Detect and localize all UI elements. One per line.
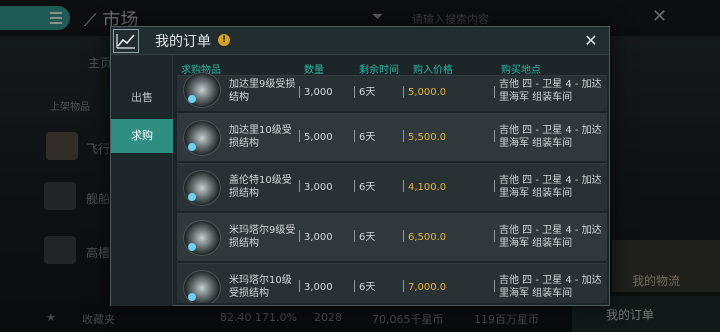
table-row[interactable]: 盖伦特10级受损结构 3,000 6天 4,100.0 吉他 四 - 卫星 4 … <box>177 163 607 211</box>
modal-header: 我的订单 ! ✕ <box>111 27 609 55</box>
table-row[interactable]: 米玛塔尔9级受损结构 3,000 6天 6,500.0 吉他 四 - 卫星 4 … <box>177 213 607 261</box>
my-orders-modal: 我的订单 ! ✕ 出售 求购 求购物品 数量 剩余时间 购入价格 购买地点 加达… <box>110 26 610 306</box>
item-thumbnail-icon <box>183 170 221 206</box>
item-thumbnail-icon <box>183 120 221 156</box>
item-thumbnail-icon <box>183 220 221 256</box>
tab-sell[interactable]: 出售 <box>111 81 173 115</box>
table-row[interactable]: 米玛塔尔10级受损结构 3,000 6天 7,000.0 吉他 四 - 卫星 4… <box>177 263 607 303</box>
table-row[interactable]: 加达里9级受损结构 3,000 6天 5,000.0 吉他 四 - 卫星 4 -… <box>177 72 607 111</box>
tab-buy[interactable]: 求购 <box>111 119 173 153</box>
table-row[interactable]: 加达里10级受损结构 5,000 6天 5,500.0 吉他 四 - 卫星 4 … <box>177 113 607 161</box>
column-header-time: 剩余时间 <box>359 65 399 76</box>
chart-icon <box>113 29 139 53</box>
column-header-location: 购买地点 <box>501 65 541 76</box>
column-header-qty: 数量 <box>304 65 324 76</box>
modal-title: 我的订单 <box>155 34 211 50</box>
item-thumbnail-icon <box>183 270 221 303</box>
order-tabs: 出售 求购 <box>111 55 173 306</box>
item-thumbnail-icon <box>183 72 221 108</box>
orders-list[interactable]: 求购物品 数量 剩余时间 购入价格 购买地点 加达里9级受损结构 3,000 6… <box>177 57 607 303</box>
column-header-price: 购入价格 <box>413 65 453 76</box>
info-icon[interactable]: ! <box>218 34 230 46</box>
close-button[interactable]: ✕ <box>581 31 601 51</box>
